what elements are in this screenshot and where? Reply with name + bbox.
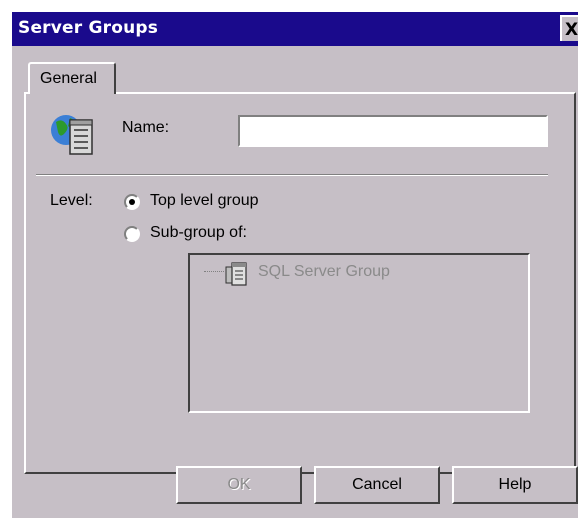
cancel-button[interactable]: Cancel	[314, 466, 440, 504]
tab-general-label: General	[40, 70, 97, 87]
ok-button[interactable]: OK	[176, 466, 302, 504]
radio-selected-dot	[129, 199, 135, 205]
tree-item-sql-server-group[interactable]: SQL Server Group	[258, 263, 390, 281]
window-title: Server Groups	[18, 18, 159, 38]
close-button[interactable]: X	[560, 15, 578, 41]
server-groups-dialog: Server Groups X General Name: Level: Top…	[12, 12, 578, 518]
close-icon: X	[565, 20, 578, 40]
name-input[interactable]	[238, 115, 548, 147]
separator	[36, 174, 548, 176]
server-globe-icon	[51, 115, 93, 155]
tab-general[interactable]: General	[28, 62, 116, 94]
level-label: Level:	[50, 192, 93, 209]
top-level-group-label[interactable]: Top level group	[150, 192, 259, 210]
top-level-group-radio[interactable]	[124, 194, 140, 210]
sub-group-radio[interactable]	[124, 226, 140, 242]
server-group-icon	[225, 262, 247, 286]
sub-group-label[interactable]: Sub-group of:	[150, 224, 247, 242]
title-bar[interactable]: Server Groups X	[12, 12, 578, 46]
server-group-tree[interactable]: SQL Server Group	[188, 253, 530, 413]
help-button[interactable]: Help	[452, 466, 578, 504]
tree-connector	[204, 271, 224, 272]
name-label: Name:	[122, 119, 170, 136]
